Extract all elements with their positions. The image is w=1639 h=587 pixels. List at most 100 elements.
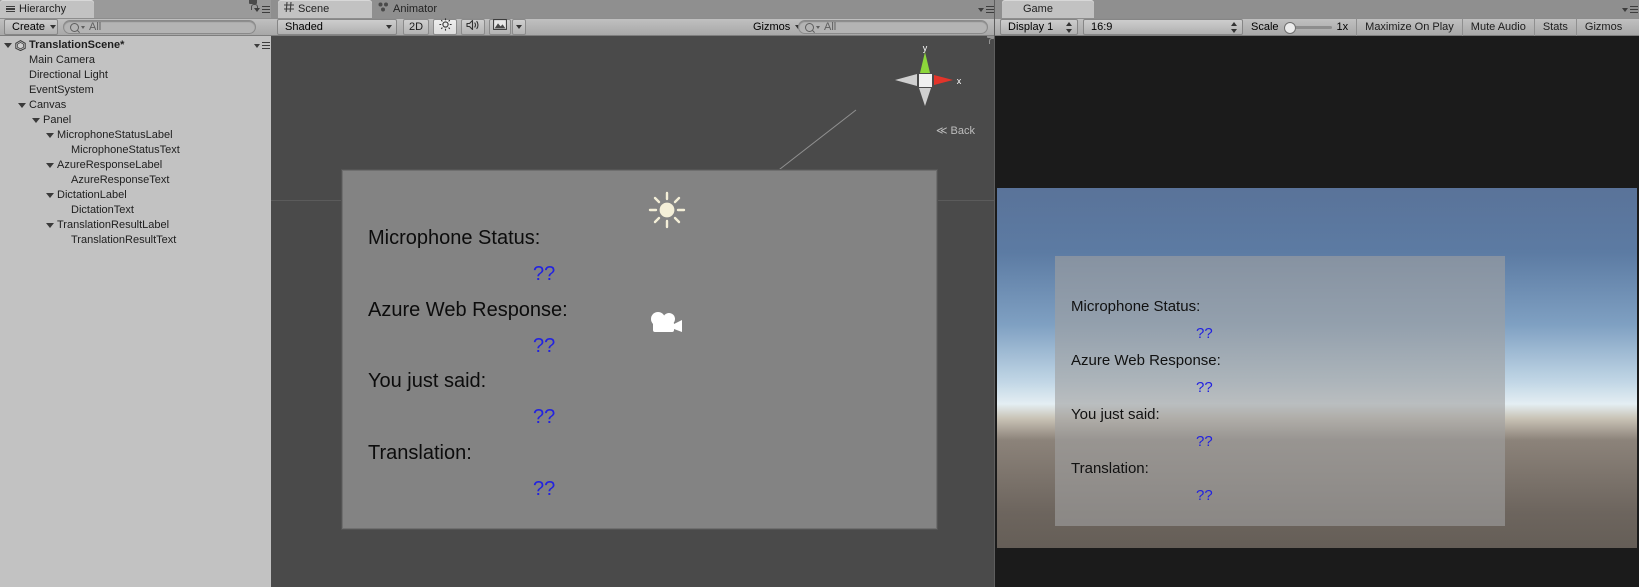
tab-scene-label: Scene [298, 3, 330, 15]
display-dropdown[interactable]: Display 1 [1000, 19, 1078, 35]
updown-arrows-icon [1066, 21, 1073, 33]
unity-scene-icon [15, 40, 26, 52]
tab-hierarchy[interactable]: Hierarchy [0, 0, 94, 18]
scene-panel: Scene Animator Shaded 2D Gizmos All Micr… [271, 0, 995, 587]
scene-ui-panel[interactable]: Microphone Status: ?? Azure Web Response… [342, 170, 937, 529]
scene-viewport[interactable]: Microphone Status: ?? Azure Web Response… [271, 36, 995, 587]
game-menu-icon[interactable] [1622, 5, 1638, 14]
game-gizmos-button[interactable]: Gizmos [1575, 18, 1630, 36]
scene-toolbar: Shaded 2D Gizmos All [271, 18, 995, 36]
scene-value-dictation: ?? [533, 406, 556, 428]
scene-search-input[interactable]: All [798, 20, 988, 34]
game-icon [1008, 0, 1019, 18]
draw-mode-dropdown[interactable]: Shaded [277, 19, 397, 35]
hierarchy-tree[interactable]: TranslationScene* Main Camera Directional… [0, 36, 271, 587]
game-panel: Game Display 1 16:9 Scale 1x Maximize On… [995, 0, 1639, 587]
back-chevron-icon: ≪ [935, 125, 948, 137]
hierarchy-scene-row[interactable]: TranslationScene* [0, 38, 271, 53]
hierarchy-item-label: DictationText [71, 204, 134, 216]
scene-audio-toggle[interactable] [461, 19, 485, 35]
hierarchy-item-dictationtext[interactable]: DictationText [0, 203, 271, 218]
hierarchy-item-label: MicrophoneStatusText [71, 144, 180, 156]
hierarchy-panel: Hierarchy Create All TranslationScene* M… [0, 0, 271, 587]
scene-context-menu-icon[interactable] [254, 41, 270, 50]
create-button[interactable]: Create [4, 19, 58, 35]
tab-hierarchy-label: Hierarchy [19, 3, 67, 15]
hierarchy-item-directional light[interactable]: Directional Light [0, 68, 271, 83]
chevron-down-icon [81, 25, 85, 29]
hierarchy-item-label: Canvas [29, 99, 67, 111]
toggle-2d-label: 2D [408, 21, 424, 33]
directional-light-gizmo-icon[interactable] [648, 191, 686, 229]
hierarchy-tabbar: Hierarchy [0, 0, 271, 18]
tab-animator[interactable]: Animator [372, 0, 464, 18]
main-camera-gizmo-icon[interactable] [649, 310, 685, 336]
hierarchy-item-canvas[interactable]: Canvas [0, 98, 271, 113]
scene-menu-icon[interactable] [978, 5, 994, 14]
chevron-down-icon[interactable] [4, 43, 12, 48]
hierarchy-item-azureresponselabel[interactable]: AzureResponseLabel [0, 158, 271, 173]
scene-orientation-gizmo[interactable]: y x [885, 40, 965, 120]
chevron-down-icon[interactable] [32, 118, 40, 123]
mute-audio-button[interactable]: Mute Audio [1461, 18, 1534, 36]
hierarchy-item-label: TranslationResultText [71, 234, 177, 246]
maximize-on-play-button[interactable]: Maximize On Play [1356, 18, 1462, 36]
chevron-down-icon[interactable] [46, 133, 54, 138]
hierarchy-item-translationresultlabel[interactable]: TranslationResultLabel [0, 218, 271, 233]
tab-game-label: Game [1023, 3, 1053, 15]
game-value-translation: ?? [1196, 487, 1213, 504]
scene-gizmo-back-label[interactable]: ≪ Back [936, 124, 975, 137]
scale-value: 1x [1336, 21, 1349, 33]
hierarchy-item-microphonestatuslabel[interactable]: MicrophoneStatusLabel [0, 128, 271, 143]
game-label-azure-response: Azure Web Response: [1071, 352, 1221, 369]
hierarchy-item-label: DictationLabel [57, 189, 127, 201]
svg-text:x: x [957, 76, 962, 86]
grid-icon [284, 0, 294, 18]
game-label-microphone-status: Microphone Status: [1071, 298, 1201, 315]
svg-text:y: y [923, 43, 928, 53]
hierarchy-item-microphonestatustext[interactable]: MicrophoneStatusText [0, 143, 271, 158]
hierarchy-item-eventsystem[interactable]: EventSystem [0, 83, 271, 98]
tab-game[interactable]: Game [1002, 0, 1094, 18]
toggle-2d-button[interactable]: 2D [403, 19, 429, 35]
unity-editor-window: Hierarchy Create All TranslationScene* M… [0, 0, 1639, 587]
scene-value-translation: ?? [533, 478, 556, 500]
scene-effects-dropdown[interactable] [512, 19, 526, 35]
chevron-down-icon[interactable] [18, 103, 26, 108]
hierarchy-item-panel[interactable]: Panel [0, 113, 271, 128]
chevron-down-icon[interactable] [46, 193, 54, 198]
search-icon [805, 22, 814, 32]
hierarchy-item-main camera[interactable]: Main Camera [0, 53, 271, 68]
stats-button[interactable]: Stats [1533, 18, 1576, 36]
hierarchy-scene-name: TranslationScene* [29, 39, 125, 51]
scene-value-microphone-status: ?? [533, 263, 556, 285]
sun-icon [438, 18, 452, 36]
hierarchy-menu-icon[interactable] [254, 5, 270, 14]
scene-search-placeholder: All [824, 21, 837, 33]
chevron-down-icon[interactable] [46, 223, 54, 228]
scene-label-azure-response: Azure Web Response: [368, 299, 568, 321]
aspect-dropdown[interactable]: 16:9 [1083, 19, 1243, 35]
chevron-down-icon [516, 25, 522, 29]
create-label: Create [12, 21, 46, 33]
tab-scene[interactable]: Scene [278, 0, 372, 18]
hierarchy-item-translationresulttext[interactable]: TranslationResultText [0, 233, 271, 248]
chevron-down-icon[interactable] [46, 163, 54, 168]
scale-slider[interactable]: Scale 1x [1251, 21, 1349, 34]
game-ui-panel: Microphone Status: ?? Azure Web Response… [1055, 256, 1505, 526]
hierarchy-item-dictationlabel[interactable]: DictationLabel [0, 188, 271, 203]
scene-lighting-toggle[interactable] [433, 18, 457, 36]
hierarchy-item-label: AzureResponseLabel [57, 159, 163, 171]
draw-mode-label: Shaded [285, 21, 323, 33]
animator-icon [378, 0, 389, 18]
scale-slider-track[interactable] [1283, 22, 1332, 34]
scene-value-azure-response: ?? [533, 335, 556, 357]
hierarchy-item-azureresponsetext[interactable]: AzureResponseText [0, 173, 271, 188]
gizmos-dropdown[interactable]: Gizmos [746, 19, 802, 35]
game-viewport[interactable]: Microphone Status: ?? Azure Web Response… [995, 36, 1639, 587]
hierarchy-search-input[interactable]: All [63, 20, 256, 34]
scene-label-translation: Translation: [368, 442, 472, 464]
scene-effects-toggle[interactable] [489, 19, 511, 35]
game-label-dictation: You just said: [1071, 406, 1160, 423]
image-icon [493, 19, 507, 35]
